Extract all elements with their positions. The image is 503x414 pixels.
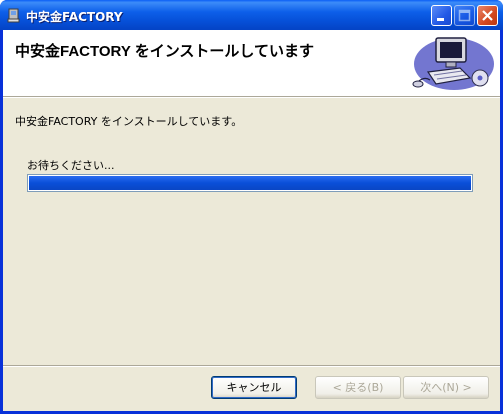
banner-title: 中安金FACTORY をインストールしています <box>15 43 314 60</box>
install-progress-bar <box>27 174 473 192</box>
install-status-text: 中安金FACTORY をインストールしています。 <box>15 115 243 128</box>
footer-divider <box>3 365 500 367</box>
computer-setup-icon <box>410 32 494 94</box>
minimize-icon <box>437 18 444 21</box>
close-button[interactable] <box>477 5 498 26</box>
header-banner: 中安金FACTORY をインストールしています <box>3 30 500 97</box>
installer-window: 中安金FACTORY 中安金FACTORY をインストールしています 中安金FA… <box>0 0 503 414</box>
back-button[interactable]: < 戻る(B) <box>315 376 401 399</box>
wait-label: お待ちください... <box>27 159 115 172</box>
maximize-button[interactable] <box>454 5 475 26</box>
next-button[interactable]: 次へ(N) > <box>403 376 489 399</box>
close-icon <box>482 10 493 21</box>
minimize-button[interactable] <box>431 5 452 26</box>
progress-fill <box>29 176 471 190</box>
installer-app-icon <box>6 7 22 23</box>
maximize-icon <box>458 9 471 22</box>
window-title: 中安金FACTORY <box>26 10 123 24</box>
dialog-client-area: 中安金FACTORY をインストールしています 中安金FACTORY をインスト… <box>3 30 500 411</box>
title-bar[interactable]: 中安金FACTORY <box>0 0 503 30</box>
cancel-button[interactable]: キャンセル <box>211 376 297 399</box>
banner-divider <box>3 97 500 98</box>
